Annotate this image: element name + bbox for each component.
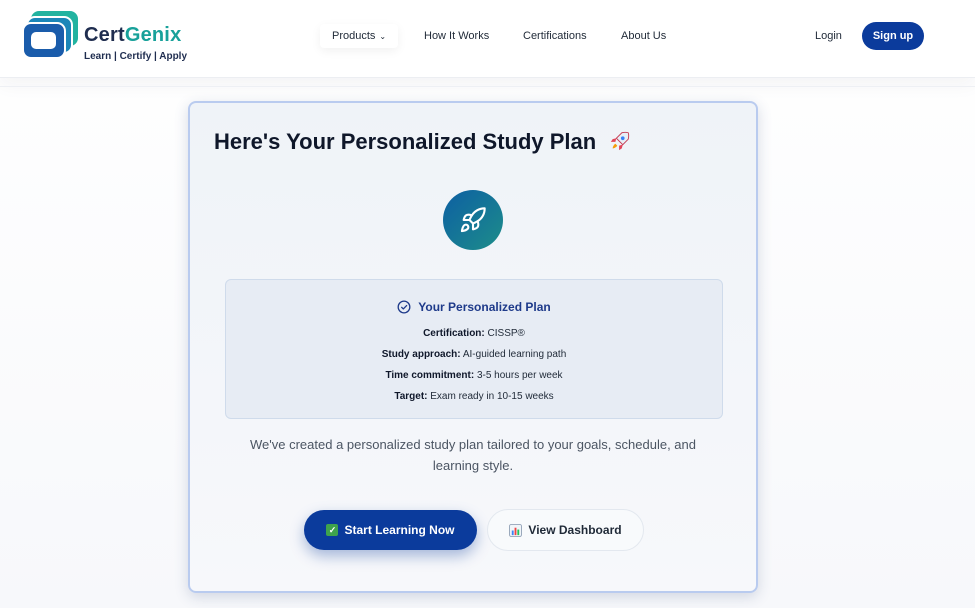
rocket-icon [604, 131, 631, 153]
signup-button[interactable]: Sign up [862, 22, 924, 50]
nav-item-products[interactable]: Products ⌄ [320, 24, 399, 48]
nav-item-how-it-works[interactable]: How It Works [424, 30, 489, 42]
plan-row-value: 3-5 hours per week [476, 370, 563, 381]
plan-row-target: Target: Exam ready in 10-15 weeks [226, 391, 722, 402]
view-dashboard-label: View Dashboard [528, 523, 622, 537]
plan-row-value: CISSP® [487, 328, 525, 339]
start-learning-label: Start Learning Now [344, 523, 455, 537]
rocket-icon [460, 207, 486, 233]
plan-row-label: Target: [394, 391, 428, 402]
plan-description: We've created a personalized study plan … [250, 437, 696, 473]
bar-chart-icon [509, 523, 523, 537]
plan-heading: Your Personalized Plan [226, 300, 722, 314]
plan-row-study-approach: Study approach: AI-guided learning path [226, 349, 722, 360]
plan-heading-text: Your Personalized Plan [418, 300, 551, 314]
nav-item-label: Products [332, 30, 376, 42]
check-box-icon: ✓ [326, 524, 339, 536]
logo-mark-icon [22, 11, 78, 59]
nav-item-certifications[interactable]: Certifications [523, 30, 587, 42]
brand-logo[interactable]: CertGenix Learn | Certify | Apply [22, 10, 192, 64]
study-plan-card: Here's Your Personalized Study Plan Your [188, 101, 758, 593]
plan-row-label: Certification: [423, 328, 485, 339]
page-title: Here's Your Personalized Study Plan [214, 129, 631, 155]
page-title-text: Here's Your Personalized Study Plan [214, 129, 597, 154]
plan-row-label: Study approach: [381, 349, 461, 360]
view-dashboard-button[interactable]: View Dashboard [487, 509, 644, 551]
plan-row-certification: Certification: CISSP® [226, 328, 722, 339]
plan-row-value: AI-guided learning path [462, 349, 567, 360]
plan-row-label: Time commitment: [385, 370, 475, 381]
brand-name-part1: Cert [84, 24, 125, 46]
start-learning-button[interactable]: ✓ Start Learning Now [304, 510, 477, 550]
nav-item-about-us[interactable]: About Us [621, 30, 666, 42]
chevron-down-icon: ⌄ [379, 32, 387, 41]
plan-row-value: Exam ready in 10-15 weeks [430, 391, 554, 402]
divider [0, 86, 975, 87]
plan-row-time-commitment: Time commitment: 3-5 hours per week [226, 370, 722, 381]
brand-name: CertGenix [84, 24, 181, 47]
brand-name-part2: Genix [124, 24, 182, 46]
check-circle-icon [397, 300, 411, 314]
login-link[interactable]: Login [815, 30, 842, 42]
plan-summary-box: Your Personalized Plan Certification: CI… [225, 279, 723, 419]
top-navbar: CertGenix Learn | Certify | Apply Produc… [0, 0, 975, 78]
brand-tagline: Learn | Certify | Apply [84, 51, 188, 62]
rocket-badge [443, 190, 503, 250]
